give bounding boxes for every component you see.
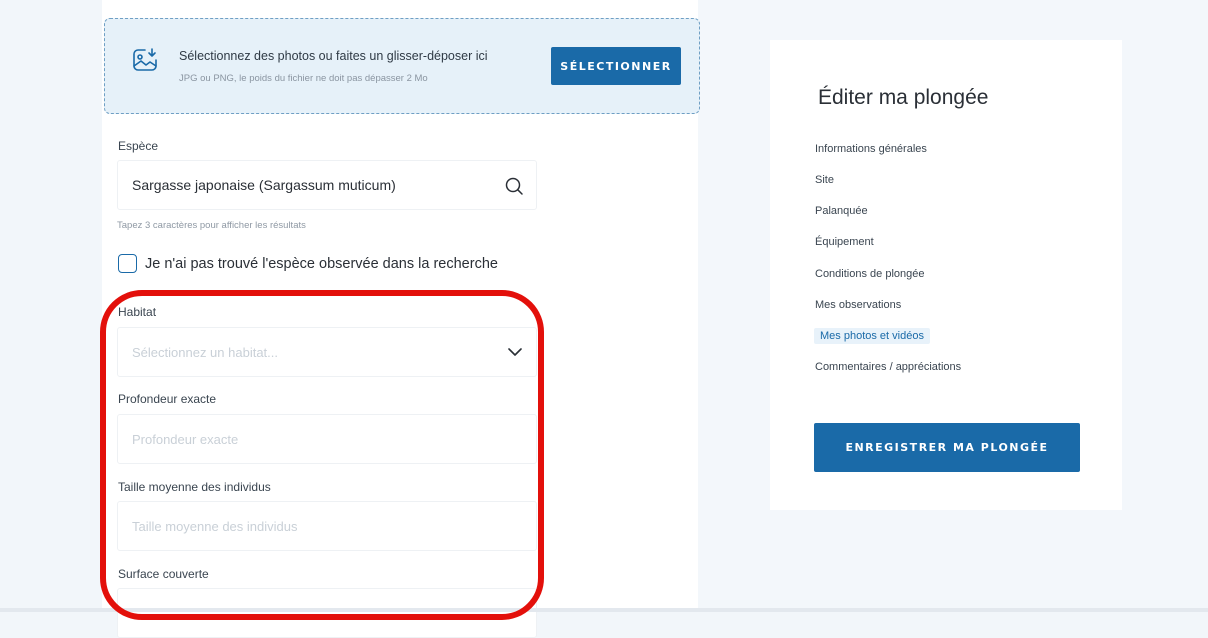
nav-item-site[interactable]: Site <box>815 174 834 186</box>
panel-title: Éditer ma plongée <box>818 86 989 109</box>
nav-item-equipment[interactable]: Équipement <box>815 236 874 248</box>
species-search-input[interactable]: Sargasse japonaise (Sargassum muticum) <box>117 160 537 210</box>
species-not-found-checkbox[interactable] <box>118 254 137 273</box>
depth-placeholder: Profondeur exacte <box>132 432 239 447</box>
surface-input[interactable] <box>117 588 537 638</box>
bottom-divider <box>0 608 1208 612</box>
average-size-input[interactable]: Taille moyenne des individus <box>117 501 537 551</box>
photo-upload-dropzone[interactable]: Sélectionnez des photos ou faites un gli… <box>104 18 700 114</box>
nav-item-general-info[interactable]: Informations générales <box>815 143 927 155</box>
nav-item-comments[interactable]: Commentaires / appréciations <box>815 361 961 373</box>
depth-input[interactable]: Profondeur exacte <box>117 414 537 464</box>
select-photos-button[interactable]: SÉLECTIONNER <box>551 47 681 85</box>
search-icon[interactable] <box>504 176 524 201</box>
species-search-hint: Tapez 3 caractères pour afficher les rés… <box>117 220 306 231</box>
upload-file-constraints: JPG ou PNG, le poids du fichier ne doit … <box>179 73 428 84</box>
nav-item-dive-team[interactable]: Palanquée <box>815 205 868 217</box>
depth-label: Profondeur exacte <box>118 392 217 406</box>
species-value: Sargasse japonaise (Sargassum muticum) <box>132 177 396 193</box>
chevron-down-icon <box>506 345 524 364</box>
save-dive-button[interactable]: ENREGISTRER MA PLONGÉE <box>814 423 1080 472</box>
size-placeholder: Taille moyenne des individus <box>132 519 298 534</box>
habitat-select[interactable]: Sélectionnez un habitat... <box>117 327 537 377</box>
nav-item-observations[interactable]: Mes observations <box>815 299 901 311</box>
nav-item-photos-videos[interactable]: Mes photos et vidéos <box>814 328 930 344</box>
upload-instructions: Sélectionnez des photos ou faites un gli… <box>179 49 488 63</box>
size-label: Taille moyenne des individus <box>118 480 271 494</box>
habitat-placeholder: Sélectionnez un habitat... <box>132 345 278 360</box>
nav-item-dive-conditions[interactable]: Conditions de plongée <box>815 268 924 280</box>
image-upload-icon <box>132 47 158 78</box>
surface-label: Surface couverte <box>118 567 209 581</box>
habitat-label: Habitat <box>118 305 157 319</box>
species-not-found-label: Je n'ai pas trouvé l'espèce observée dan… <box>145 256 498 272</box>
species-label: Espèce <box>118 139 159 153</box>
